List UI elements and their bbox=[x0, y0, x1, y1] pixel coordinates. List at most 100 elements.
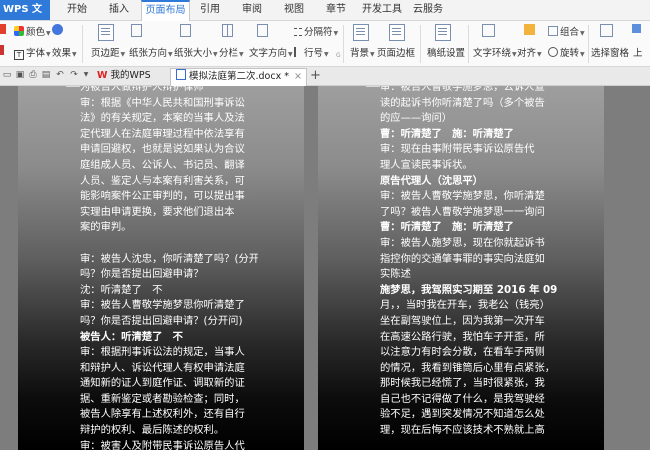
page-left[interactable]: 为被告人做辩护人辩护律师 审：根据《中华人民共和国刑事诉讼 法》的有关规定，本案的当… bbox=[18, 86, 304, 450]
text-line[interactable]: 实陈述 bbox=[380, 267, 558, 283]
text-line[interactable] bbox=[80, 236, 258, 252]
tab-cloud-services[interactable]: 云服务 bbox=[408, 0, 448, 20]
text-line[interactable]: 据、重新鉴定或者勘验检查；同时， bbox=[80, 392, 258, 408]
tab-home[interactable]: 开始 bbox=[57, 0, 97, 20]
text-direction-button[interactable]: 文字方向▼ bbox=[249, 45, 293, 59]
new-tab-button[interactable]: + bbox=[310, 68, 322, 85]
text-line[interactable]: 曹：听清楚了 施：听清楚了 bbox=[380, 220, 558, 236]
paper-size-button[interactable]: 纸张大小▼ bbox=[174, 45, 218, 59]
tab-chapter[interactable]: 章节 bbox=[316, 0, 356, 20]
text-line[interactable]: 通知新的证人到庭作证、调取新的证 bbox=[80, 376, 258, 392]
tab-my-wps[interactable]: W 我的WPS bbox=[91, 68, 167, 85]
rotate-button[interactable]: 旋转▼ bbox=[548, 45, 585, 59]
theme-icon[interactable] bbox=[0, 24, 8, 36]
text-line[interactable]: 为被告人做辩护人辩护律师 bbox=[80, 86, 258, 96]
page-border-button[interactable]: 页面边框 bbox=[377, 45, 415, 59]
text-line[interactable]: 审：根据刑事诉讼法的规定，当事人 bbox=[80, 345, 258, 361]
tab-developer[interactable]: 开发工具 bbox=[358, 0, 406, 20]
undo-icon[interactable]: ↶ bbox=[55, 70, 65, 80]
text-line[interactable]: 审：根据《中华人民共和国刑事诉讼 bbox=[80, 96, 258, 112]
text-line[interactable]: 法》的有关规定，本案的当事人及法 bbox=[80, 111, 258, 127]
text-line[interactable]: 以注意力有时会分散，在看车子两侧 bbox=[380, 345, 558, 361]
theme-font-partial[interactable] bbox=[0, 45, 6, 57]
group-button[interactable]: 组合▼ bbox=[548, 24, 585, 38]
text-line[interactable]: 自己也不记得做了什么，是我驾驶经 bbox=[380, 392, 558, 408]
text-line[interactable]: 审：现在由事附带民事诉讼原告代 bbox=[380, 142, 558, 158]
columns-button[interactable]: 分栏▼ bbox=[219, 45, 244, 59]
text-line[interactable]: 审：被告人施梦思，现在你就起诉书 bbox=[380, 236, 558, 252]
close-icon[interactable]: × bbox=[294, 69, 302, 85]
background-button[interactable]: 背景▼ bbox=[350, 45, 375, 59]
text-line[interactable]: 吗？你是否提出回避申请？ bbox=[80, 267, 258, 283]
tab-page-layout[interactable]: 页面布局 bbox=[141, 0, 190, 21]
open-folder-icon[interactable]: ▭ bbox=[2, 70, 12, 80]
manuscript-button[interactable]: 稿纸设置 bbox=[427, 45, 465, 59]
text-line[interactable]: 施梦思，我驾照实习期至 2016 年 09 bbox=[380, 283, 558, 299]
text-line[interactable]: 定代理人在法庭审理过程中依法享有 bbox=[80, 127, 258, 143]
save-icon[interactable]: ▣ bbox=[15, 70, 25, 80]
text-line[interactable]: 实理由申请更换，要求他们退出本 bbox=[80, 205, 258, 221]
effect-gallery-icon[interactable] bbox=[52, 24, 65, 37]
text-line[interactable]: 庭组成人员、公诉人、书记员、翻译 bbox=[80, 158, 258, 174]
chevron-down-icon[interactable]: ▼ bbox=[81, 70, 91, 80]
text-line[interactable]: 审：被告人曹敬学施梦思你听清楚了 bbox=[80, 298, 258, 314]
tab-references[interactable]: 引用 bbox=[190, 0, 230, 20]
selection-pane-button[interactable]: 选择窗格 bbox=[591, 45, 629, 59]
text-line[interactable]: 那时候我已经慌了，当时很紧张，我 bbox=[380, 376, 558, 392]
separator-button[interactable]: 分隔符▼ bbox=[294, 24, 338, 38]
page-right[interactable]: 审：被告人曹敬学施梦思，公诉人宣 读的起诉书你听清楚了吗（多个被告 的应——询问）曹… bbox=[318, 86, 604, 450]
tab-view[interactable]: 视图 bbox=[274, 0, 314, 20]
text-line[interactable]: 验不足，遇到突发情况不知道怎么处 bbox=[380, 407, 558, 423]
tab-review[interactable]: 审阅 bbox=[232, 0, 272, 20]
font-button[interactable]: T 字体▼ bbox=[14, 45, 51, 60]
margins-button[interactable]: 页边距▼ bbox=[91, 45, 125, 59]
text-line[interactable]: 能影响案件公正审判的，可以提出事 bbox=[80, 189, 258, 205]
text-line[interactable]: 曹：听清楚了 施：听清楚了 bbox=[380, 127, 558, 143]
color-button[interactable]: 颜色▼ bbox=[14, 24, 51, 38]
text-line[interactable]: 吗？你是否提出回避申请？(分开问) bbox=[80, 314, 258, 330]
document-canvas[interactable]: 为被告人做辩护人辩护律师 审：根据《中华人民共和国刑事诉讼 法》的有关规定，本案的当… bbox=[0, 86, 650, 450]
text-line[interactable]: 审：被害人及附带民事诉讼原告人代 bbox=[80, 439, 258, 450]
text-line[interactable]: 了吗？被告人曹敬学施梦思一一询问 bbox=[380, 205, 558, 221]
text-line[interactable]: 人员、鉴定人与本案有利害关系，可 bbox=[80, 174, 258, 190]
text-line[interactable]: 申请回避权，也就是说如果认为合议 bbox=[80, 142, 258, 158]
up-button[interactable]: 上 bbox=[633, 45, 643, 59]
text-line[interactable]: 月，，当时我在开车，我老公（钱亮） bbox=[380, 298, 558, 314]
page-text-right[interactable]: 审：被告人曹敬学施梦思，公诉人宣 读的起诉书你听清楚了吗（多个被告 的应——询问）曹… bbox=[380, 86, 558, 439]
text-line[interactable]: 被告人：听清楚了 不 bbox=[80, 330, 258, 346]
redo-icon[interactable]: ↷ bbox=[69, 70, 79, 80]
print-icon[interactable]: ⎙ bbox=[28, 70, 38, 80]
text-line[interactable]: 审：被告人沈忠，你听清楚了吗？(分开问) bbox=[80, 252, 258, 268]
text-line[interactable]: 审：被告人曹敬学施梦思，你听清楚 bbox=[380, 189, 558, 205]
line-number-icon bbox=[294, 47, 302, 57]
text-line[interactable]: 的情况，我看到锥筒后心里有点紧张， bbox=[380, 361, 558, 377]
text-line[interactable]: 案的审判。 bbox=[80, 220, 258, 236]
bring-forward-button[interactable] bbox=[632, 24, 643, 35]
text-line[interactable]: 在高速公路行驶，我怕车子开歪，所 bbox=[380, 330, 558, 346]
text-line[interactable]: 的应——询问） bbox=[380, 111, 558, 127]
print-preview-icon[interactable]: ▤ bbox=[41, 70, 51, 80]
text-line[interactable]: 读的起诉书你听清楚了吗（多个被告 bbox=[380, 96, 558, 112]
text-line[interactable]: 沈：听清楚了 不 bbox=[80, 283, 258, 299]
text-line[interactable]: 原告代理人（沈思平） bbox=[380, 174, 558, 190]
text-line[interactable]: 被告人除享有上述权利外，还有自行 bbox=[80, 407, 258, 423]
dialog-launcher-icon[interactable]: G bbox=[336, 52, 341, 59]
tab-document[interactable]: 模拟法庭第二次.docx * × bbox=[170, 68, 307, 86]
page-text-left[interactable]: 为被告人做辩护人辩护律师 审：根据《中华人民共和国刑事诉讼 法》的有关规定，本案的当… bbox=[80, 86, 258, 450]
selection-pane-icon bbox=[600, 24, 615, 39]
text-line[interactable]: 坐在副驾驶位上，因为我第一次开车 bbox=[380, 314, 558, 330]
app-menu-button[interactable]: WPS 文字▼ bbox=[0, 0, 50, 35]
text-line[interactable]: 理人宣读民事诉状。 bbox=[380, 158, 558, 174]
text-line[interactable]: 审：被告人曹敬学施梦思，公诉人宣 bbox=[380, 86, 558, 96]
text-line[interactable]: 和辩护人、诉讼代理人有权申请法庭 bbox=[80, 361, 258, 377]
effect-button[interactable]: 效果▼ bbox=[52, 45, 77, 59]
text-line[interactable]: 辩护的权利、最后陈述的权利。 bbox=[80, 423, 258, 439]
tab-insert[interactable]: 插入 bbox=[99, 0, 139, 20]
text-line[interactable]: 指控你的交通肇事罪的事实向法庭如 bbox=[380, 252, 558, 268]
wrap-text-button[interactable]: 文字环绕▼ bbox=[473, 45, 517, 59]
text-line[interactable]: 理，现在后悔不应该技术不熟就上高 bbox=[380, 423, 558, 439]
document-tab-bar: ▭ ▣ ⎙ ▤ ↶ ↷ ▼ W 我的WPS 模拟法庭第二次.docx * × + bbox=[0, 67, 650, 86]
line-number-button[interactable]: 行号▼ bbox=[294, 45, 329, 59]
orientation-button[interactable]: 纸张方向▼ bbox=[129, 45, 173, 59]
align-button[interactable]: 对齐▼ bbox=[517, 45, 542, 59]
